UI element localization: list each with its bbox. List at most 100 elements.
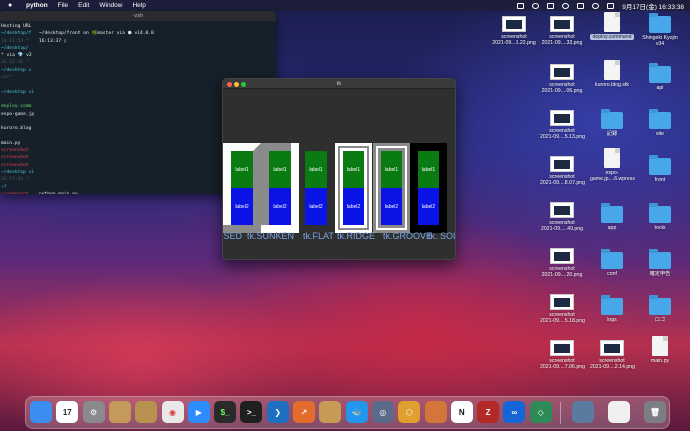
folder-icon [649, 295, 671, 315]
icon-caption: deploy.command [590, 34, 634, 40]
terminal-icon-2[interactable]: >_ [240, 401, 263, 423]
icon-caption: screenshot 2021-09....5.13.png [540, 128, 585, 141]
system-preferences-icon[interactable]: ⚙ [82, 401, 105, 423]
screenshot-icon [550, 64, 574, 80]
status-area: 9月17日(金) 16:33:38 [517, 0, 684, 11]
document-icon [604, 12, 620, 32]
folder-icon [601, 203, 623, 223]
search-icon[interactable] [592, 2, 600, 9]
tk-titlebar[interactable]: tk [223, 79, 455, 89]
icon-kuroro-blog[interactable]: kuroro.blog.stk [590, 60, 634, 88]
raised-label2: label2 [231, 188, 253, 225]
terminal-line: ~/desktop/f [1, 31, 32, 37]
vscode-icon[interactable]: ❯ [266, 401, 289, 423]
terminal-line: ~? [1, 184, 7, 190]
control-center-icon[interactable] [607, 2, 615, 9]
icon-screenshot-2[interactable]: screenshot 2021-09....33.png [540, 16, 584, 46]
app-icon-4[interactable] [319, 401, 342, 423]
menu-help[interactable]: Help [132, 2, 145, 9]
icon-screenshot-4[interactable]: screenshot 2021-09....5.13.png [540, 110, 585, 141]
dock: 17 ⚙ ◉ ▶ $_ >_ ❯ ↗ 🐳 ◎ ⬡ N Z ∞ ◇ 🗑 [25, 396, 670, 429]
menubar-clock[interactable]: 9月17日(金) 16:33:38 [622, 1, 684, 11]
finder-icon[interactable] [30, 401, 52, 423]
icon-caption: screenshot 2021-09....2.14.png [590, 358, 635, 371]
screenshot-icon [550, 248, 574, 264]
icon-screenshot-3[interactable]: screenshot 2021-09....06.png [540, 64, 584, 94]
app-menu: python File Edit Window Help [26, 2, 146, 9]
icon-folder-site[interactable]: site [638, 109, 682, 137]
icon-folder-logo[interactable]: ロゴ [638, 295, 682, 323]
status-icon[interactable] [517, 2, 525, 9]
icon-folder-logs[interactable]: logs [590, 295, 634, 323]
app-icon-6[interactable] [424, 401, 447, 423]
apple-logo-icon[interactable]: ● [8, 2, 16, 10]
terminal-icon[interactable]: $_ [214, 401, 237, 423]
terminal-line: sor* [1, 75, 13, 81]
folder-icon [601, 249, 623, 269]
icon-screenshot-8[interactable]: screenshot 2021-09....5.18.png [540, 294, 585, 325]
app-icon-3[interactable]: ↗ [293, 401, 315, 423]
chrome-icon[interactable]: ◉ [161, 401, 184, 423]
menu-file[interactable]: File [58, 2, 68, 9]
icon-screenshot-10[interactable]: screenshot 2021-09....2.14.png [590, 340, 635, 371]
icon-deploy-command[interactable]: deploy.command [590, 12, 634, 40]
icon-folder-front[interactable]: front [638, 155, 682, 183]
trash-icon[interactable]: 🗑 [644, 401, 666, 423]
app-icon-7[interactable]: ∞ [503, 401, 526, 423]
label-flat: tk.FLAT [303, 231, 334, 241]
icon-main-py[interactable]: main.py [638, 336, 682, 364]
docker-icon[interactable]: 🐳 [345, 401, 368, 423]
terminal-line: screenshot [1, 191, 35, 194]
wifi-icon[interactable] [562, 2, 570, 9]
icon-screenshot-9[interactable]: screenshot 2021-09....7.06.png [540, 340, 585, 370]
icon-folder-kiroku[interactable]: 記録 [590, 109, 634, 137]
sourcetree-icon[interactable]: ⬡ [398, 401, 421, 423]
icon-folder-conf[interactable]: conf [590, 249, 634, 277]
tk-window[interactable]: tk label1 label2 label1 label2 label1 la… [222, 78, 456, 260]
icon-caption: site [655, 131, 665, 137]
icon-caption: kuroro.blog.stk [594, 82, 630, 88]
icon-folder-shingeki[interactable]: Shingeki Kyojin v34 [638, 13, 682, 47]
battery-icon[interactable] [577, 2, 585, 9]
menu-edit[interactable]: Edit [78, 2, 89, 9]
calendar-icon[interactable]: 17 [56, 401, 79, 423]
terminal-line: ~/desktop/front on 🌿master via ⬢ v14.0.0 [39, 31, 154, 37]
terminal-line: 16:19:50 * [1, 177, 29, 183]
zoom-icon[interactable]: ▶ [187, 401, 210, 423]
icon-folder-kakutei[interactable]: 確定申告 [638, 249, 682, 277]
icon-folder-api[interactable]: api [638, 63, 682, 91]
frame-solid: label1 label2 [410, 143, 447, 233]
tk-content: label1 label2 label1 label2 label1 label… [223, 89, 455, 259]
icon-caption: app [607, 225, 617, 231]
app-icon[interactable] [108, 401, 131, 423]
terminal-line: espo-game.jp [1, 111, 35, 117]
notion-icon[interactable]: N [450, 401, 473, 423]
menu-window[interactable]: Window [99, 2, 122, 9]
icon-folder-app[interactable]: app [590, 203, 634, 231]
icon-caption: ロゴ [654, 317, 666, 323]
document-icon[interactable] [608, 401, 630, 423]
icon-folder-tools[interactable]: tools [638, 203, 682, 231]
desktop-preview-icon[interactable] [572, 401, 594, 423]
icon-screenshot-7[interactable]: screenshot 2021-09....20.png [540, 248, 584, 278]
icon-screenshot-6[interactable]: screenshot 2021-09.....49.png [540, 202, 584, 232]
document-icon [604, 148, 620, 168]
app-icon-8[interactable]: ◇ [529, 401, 552, 423]
terminal-line: kuroro.blog [1, 126, 32, 132]
icon-caption: 確定申告 [649, 271, 671, 277]
status-icon-3[interactable] [547, 2, 555, 9]
icon-screenshot-1[interactable]: screenshot 2021-09...1.22.png [492, 16, 536, 46]
relief-labels: tk.RAISED tk.SUNKEN tk.FLAT tk.RIDGE tk.… [223, 231, 455, 243]
app-icon-2[interactable] [135, 401, 158, 423]
filezilla-icon[interactable]: Z [477, 401, 500, 423]
icon-screenshot-5[interactable]: screenshot 2021-09....8.07.png [540, 156, 585, 186]
menu-python[interactable]: python [26, 2, 48, 9]
status-icon-2[interactable] [532, 2, 540, 9]
app-icon-5[interactable]: ◎ [371, 401, 394, 423]
menu-bar: ● python File Edit Window Help 9月17日(金) … [0, 0, 690, 11]
icon-espo-game[interactable]: espo-game.jp....6.wpress [590, 148, 635, 182]
folder-icon [601, 295, 623, 315]
screenshot-icon [550, 156, 574, 172]
icon-caption: screenshot 2021-09....5.18.png [540, 312, 585, 325]
